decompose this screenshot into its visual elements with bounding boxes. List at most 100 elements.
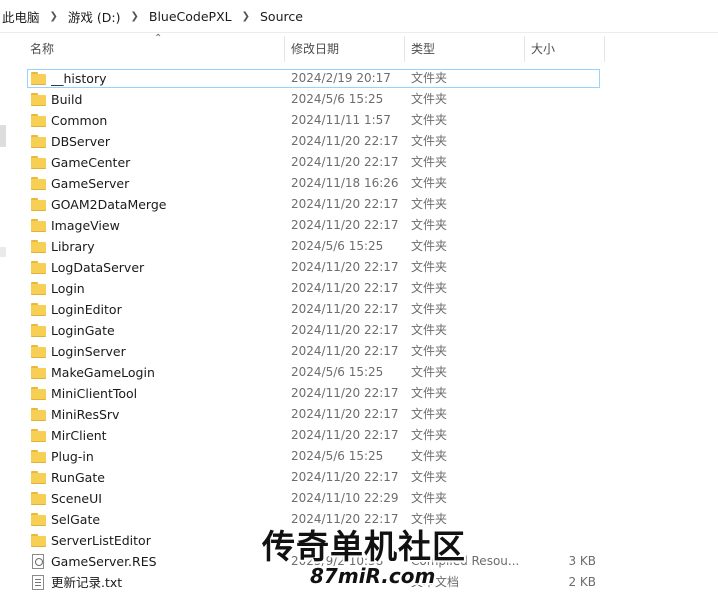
file-icon-cell [31,173,47,194]
folder-icon [31,93,46,106]
file-size [524,236,596,257]
folder-icon [31,387,46,400]
watermark-title: 传奇单机社区 [262,527,466,566]
file-icon-cell [31,278,47,299]
file-type: 文件夹 [411,365,448,379]
file-name: DBServer [51,134,110,149]
file-size [524,488,596,509]
file-size [524,383,596,404]
file-row[interactable]: LoginServer 2024/11/20 22:17 文件夹 [0,341,718,362]
breadcrumb-drive-d[interactable]: 游戏 (D:) [66,7,123,26]
file-date: 2024/11/20 22:17 [291,407,399,421]
folder-icon [31,282,46,295]
file-icon-cell [31,110,47,131]
file-size: 3 KB [568,554,596,568]
file-date: 2024/11/20 22:17 [291,470,399,484]
file-icon-cell [31,89,47,110]
file-type: 文件夹 [411,176,448,190]
breadcrumb-source[interactable]: Source [258,9,305,24]
folder-icon [31,156,46,169]
file-icon-cell [31,467,47,488]
folder-icon [31,72,46,85]
breadcrumb-this-pc[interactable]: 此电脑 [0,7,42,26]
file-type: 文件夹 [411,218,448,232]
file-row[interactable]: Login 2024/11/20 22:17 文件夹 [0,278,718,299]
folder-icon [31,177,46,190]
file-type: 文件夹 [411,344,448,358]
folder-icon [31,450,46,463]
file-date: 2024/11/20 22:17 [291,323,399,337]
file-date: 2024/2/19 20:17 [291,71,391,85]
chevron-right-icon[interactable]: ❯ [122,11,146,22]
file-row[interactable]: LoginGate 2024/11/20 22:17 文件夹 [0,320,718,341]
res-file-icon [32,554,44,569]
column-divider[interactable] [604,36,605,62]
file-type: 文件夹 [411,407,448,421]
file-type: 文件夹 [411,155,448,169]
file-icon-cell [31,257,47,278]
file-row[interactable]: Build 2024/5/6 15:25 文件夹 [0,89,718,110]
folder-icon [31,261,46,274]
file-name: SceneUI [51,491,102,506]
file-name: RunGate [51,470,105,485]
file-row[interactable]: __history 2024/2/19 20:17 文件夹 [0,68,718,89]
file-row[interactable]: GameCenter 2024/11/20 22:17 文件夹 [0,152,718,173]
file-icon-cell [31,68,47,89]
breadcrumb-bluecodepxl[interactable]: BlueCodePXL [147,9,234,24]
file-row[interactable]: LogDataServer 2024/11/20 22:17 文件夹 [0,257,718,278]
file-size [524,110,596,131]
file-icon-cell [31,341,47,362]
folder-icon [31,135,46,148]
file-row[interactable]: Library 2024/5/6 15:25 文件夹 [0,236,718,257]
file-size [524,425,596,446]
file-size [524,68,596,89]
file-date: 2024/11/20 22:17 [291,302,399,316]
file-name: GOAM2DataMerge [51,197,167,212]
file-icon-cell [31,572,47,593]
column-divider[interactable] [284,36,285,62]
file-row[interactable]: Plug-in 2024/5/6 15:25 文件夹 [0,446,718,467]
file-date: 2024/11/20 22:17 [291,134,399,148]
file-size [524,131,596,152]
file-row[interactable]: MiniClientTool 2024/11/20 22:17 文件夹 [0,383,718,404]
file-row[interactable]: ImageView 2024/11/20 22:17 文件夹 [0,215,718,236]
column-header-name[interactable]: 名称 [30,32,280,66]
chevron-right-icon[interactable]: ❯ [234,11,258,22]
column-divider[interactable] [404,36,405,62]
folder-icon [31,513,46,526]
column-header-size[interactable]: 大小 [531,32,611,66]
file-row[interactable]: RunGate 2024/11/20 22:17 文件夹 [0,467,718,488]
file-name: LogDataServer [51,260,145,275]
breadcrumb: 此电脑 ❯ 游戏 (D:) ❯ BlueCodePXL ❯ Source [0,0,718,33]
file-date: 2024/5/6 15:25 [291,365,384,379]
file-icon-cell [31,530,47,551]
file-type: 文件夹 [411,323,448,337]
file-size [524,194,596,215]
folder-icon [31,408,46,421]
file-row[interactable]: Common 2024/11/11 1:57 文件夹 [0,110,718,131]
file-name: Login [51,281,85,296]
column-header-date[interactable]: 修改日期 [291,32,401,66]
chevron-right-icon[interactable]: ❯ [42,11,66,22]
column-divider[interactable] [524,36,525,62]
file-row[interactable]: GameServer 2024/11/18 16:26 文件夹 [0,173,718,194]
file-size [524,404,596,425]
file-row[interactable]: MirClient 2024/11/20 22:17 文件夹 [0,425,718,446]
file-size [524,362,596,383]
file-name: MakeGameLogin [51,365,155,380]
file-type: 文件夹 [411,491,448,505]
column-header-type[interactable]: 类型 [411,32,521,66]
file-row[interactable]: MiniResSrv 2024/11/20 22:17 文件夹 [0,404,718,425]
file-explorer-window: 此电脑 ❯ 游戏 (D:) ❯ BlueCodePXL ❯ Source ⌃ 名… [0,0,718,593]
file-icon-cell [31,236,47,257]
file-row[interactable]: LoginEditor 2024/11/20 22:17 文件夹 [0,299,718,320]
file-row[interactable]: GOAM2DataMerge 2024/11/20 22:17 文件夹 [0,194,718,215]
file-size [524,173,596,194]
file-date: 2024/11/20 22:17 [291,155,399,169]
file-row[interactable]: DBServer 2024/11/20 22:17 文件夹 [0,131,718,152]
file-row[interactable]: SceneUI 2024/11/10 22:29 文件夹 [0,488,718,509]
file-size [524,299,596,320]
column-header-bar: ⌃ 名称 修改日期 类型 大小 [8,32,718,66]
file-name: GameServer.RES [51,554,157,569]
file-row[interactable]: MakeGameLogin 2024/5/6 15:25 文件夹 [0,362,718,383]
